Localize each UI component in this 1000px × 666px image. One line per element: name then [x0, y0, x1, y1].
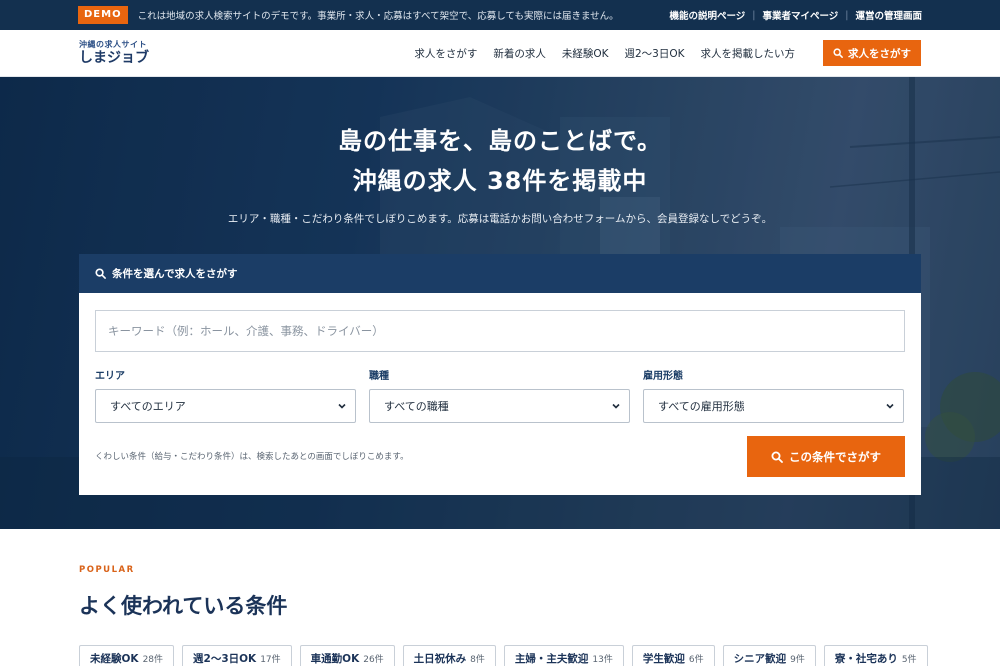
chip-label: 週2〜3日OK — [193, 652, 257, 665]
search-card-header: 条件を選んで求人をさがす — [79, 254, 921, 293]
chip-count: 5件 — [901, 654, 917, 665]
hero-title-line1: 島の仕事を、島のことばで。 — [337, 127, 663, 155]
separator: | — [752, 9, 756, 21]
area-select[interactable]: すべてのエリア — [95, 389, 356, 423]
logo-subtitle: 沖縄の求人サイト — [79, 40, 147, 49]
employer-mypage-link[interactable]: 事業者マイページ — [762, 8, 838, 22]
hero-title-line2: 沖縄の求人 38件を掲載中 — [352, 167, 648, 195]
employment-type-label: 雇用形態 — [643, 371, 683, 382]
demo-bar: DEMO これは地域の求人検索サイトのデモです。事業所・求人・応募はすべて架空で… — [0, 0, 1000, 30]
condition-chip[interactable]: 寮・社宅あり 5件 — [823, 645, 928, 666]
search-icon — [95, 268, 106, 279]
job-type-select[interactable]: すべての職種 — [369, 389, 630, 423]
job-type-field: 職種 すべての職種 — [369, 367, 630, 423]
search-card: 条件を選んで求人をさがす エリア すべてのエリア 職種 すべての職種 雇用形態 … — [79, 254, 921, 495]
main-nav: 求人をさがす 新着の求人 未経験OK 週2〜3日OK 求人を掲載したい方 求人を… — [398, 40, 921, 66]
condition-chip[interactable]: 未経験OK 28件 — [79, 645, 175, 666]
search-card-title: 条件を選んで求人をさがす — [112, 268, 238, 280]
popular-chips: 未経験OK 28件 週2〜3日OK 17件 車通勤OK 26件 土日祝休み 8件 主婦・… — [79, 645, 928, 666]
chip-count: 13件 — [592, 654, 613, 665]
search-icon — [771, 451, 783, 463]
submit-search-button[interactable]: この条件でさがす — [747, 436, 905, 477]
chevron-down-icon — [338, 403, 346, 409]
chip-label: 学生歓迎 — [642, 652, 685, 665]
area-select-value: すべてのエリア — [110, 400, 186, 413]
site-header: 沖縄の求人サイト しまジョブ 求人をさがす 新着の求人 未経験OK 週2〜3日O… — [0, 30, 1000, 77]
condition-chip[interactable]: シニア歓迎 9件 — [722, 645, 816, 666]
nav-no-experience[interactable]: 未経験OK — [562, 46, 609, 61]
chip-count: 8件 — [470, 654, 485, 665]
hero: 島の仕事を、島のことばで。 沖縄の求人 38件を掲載中 エリア・職種・こだわり条… — [0, 77, 1000, 529]
hero-lead: エリア・職種・こだわり条件でしぼりこめます。応募は電話かお問い合わせフォームから… — [227, 213, 773, 225]
employment-type-field: 雇用形態 すべての雇用形態 — [643, 367, 904, 423]
area-label: エリア — [95, 371, 125, 382]
chevron-down-icon — [612, 403, 620, 409]
feature-guide-link[interactable]: 機能の説明ページ — [669, 8, 745, 22]
chip-label: 未経験OK — [90, 652, 139, 665]
search-icon — [833, 48, 843, 58]
popular-eyebrow: POPULAR — [79, 565, 135, 575]
search-note: くわしい条件（給与・こだわり条件）は、検索したあとの画面でしぼりこめます。 — [95, 452, 409, 462]
job-type-select-value: すべての職種 — [384, 400, 449, 413]
nav-part-week[interactable]: 週2〜3日OK — [624, 46, 684, 61]
employment-type-select[interactable]: すべての雇用形態 — [643, 389, 904, 423]
condition-chip[interactable]: 週2〜3日OK 17件 — [182, 645, 292, 666]
chip-count: 9件 — [790, 654, 805, 665]
admin-console-link[interactable]: 運営の管理画面 — [855, 8, 922, 22]
keyword-input[interactable] — [95, 310, 905, 352]
separator: | — [845, 9, 849, 21]
chip-label: 土日祝休み — [413, 652, 467, 665]
area-field: エリア すべてのエリア — [95, 367, 356, 423]
condition-chip[interactable]: 車通勤OK 26件 — [299, 645, 395, 666]
chip-count: 26件 — [363, 654, 384, 665]
condition-chip[interactable]: 主婦・主夫歓迎 13件 — [503, 645, 624, 666]
chip-count: 28件 — [142, 654, 164, 665]
nav-new-jobs[interactable]: 新着の求人 — [493, 46, 546, 61]
nav-search-jobs[interactable]: 求人をさがす — [414, 46, 477, 61]
logo-wordmark: しまジョブ — [79, 50, 149, 66]
employment-type-select-value: すべての雇用形態 — [658, 400, 745, 413]
chip-count: 6件 — [688, 654, 704, 665]
chip-count: 17件 — [260, 654, 281, 665]
chip-label: シニア歓迎 — [733, 652, 787, 665]
nav-for-employers[interactable]: 求人を掲載したい方 — [701, 46, 796, 61]
site-logo[interactable]: 沖縄の求人サイト しまジョブ — [79, 40, 149, 66]
header-search-button[interactable]: 求人をさがす — [823, 40, 921, 66]
chip-label: 主婦・主夫歓迎 — [514, 652, 589, 665]
job-type-label: 職種 — [369, 371, 389, 382]
demo-badge: DEMO — [78, 6, 128, 24]
condition-chip[interactable]: 土日祝休み 8件 — [402, 645, 496, 666]
chip-label: 寮・社宅あり — [834, 652, 898, 665]
popular-title: よく使われている条件 — [79, 594, 288, 618]
chip-label: 車通勤OK — [310, 652, 360, 665]
submit-search-label: この条件でさがす — [789, 451, 881, 464]
header-search-label: 求人をさがす — [848, 47, 911, 60]
demo-links: 機能の説明ページ | 事業者マイページ | 運営の管理画面 — [669, 8, 922, 23]
demo-notice: これは地域の求人検索サイトのデモです。事業所・求人・応募はすべて架空で、応募して… — [137, 11, 619, 22]
condition-chip[interactable]: 学生歓迎 6件 — [631, 645, 715, 666]
chevron-down-icon — [886, 403, 894, 409]
